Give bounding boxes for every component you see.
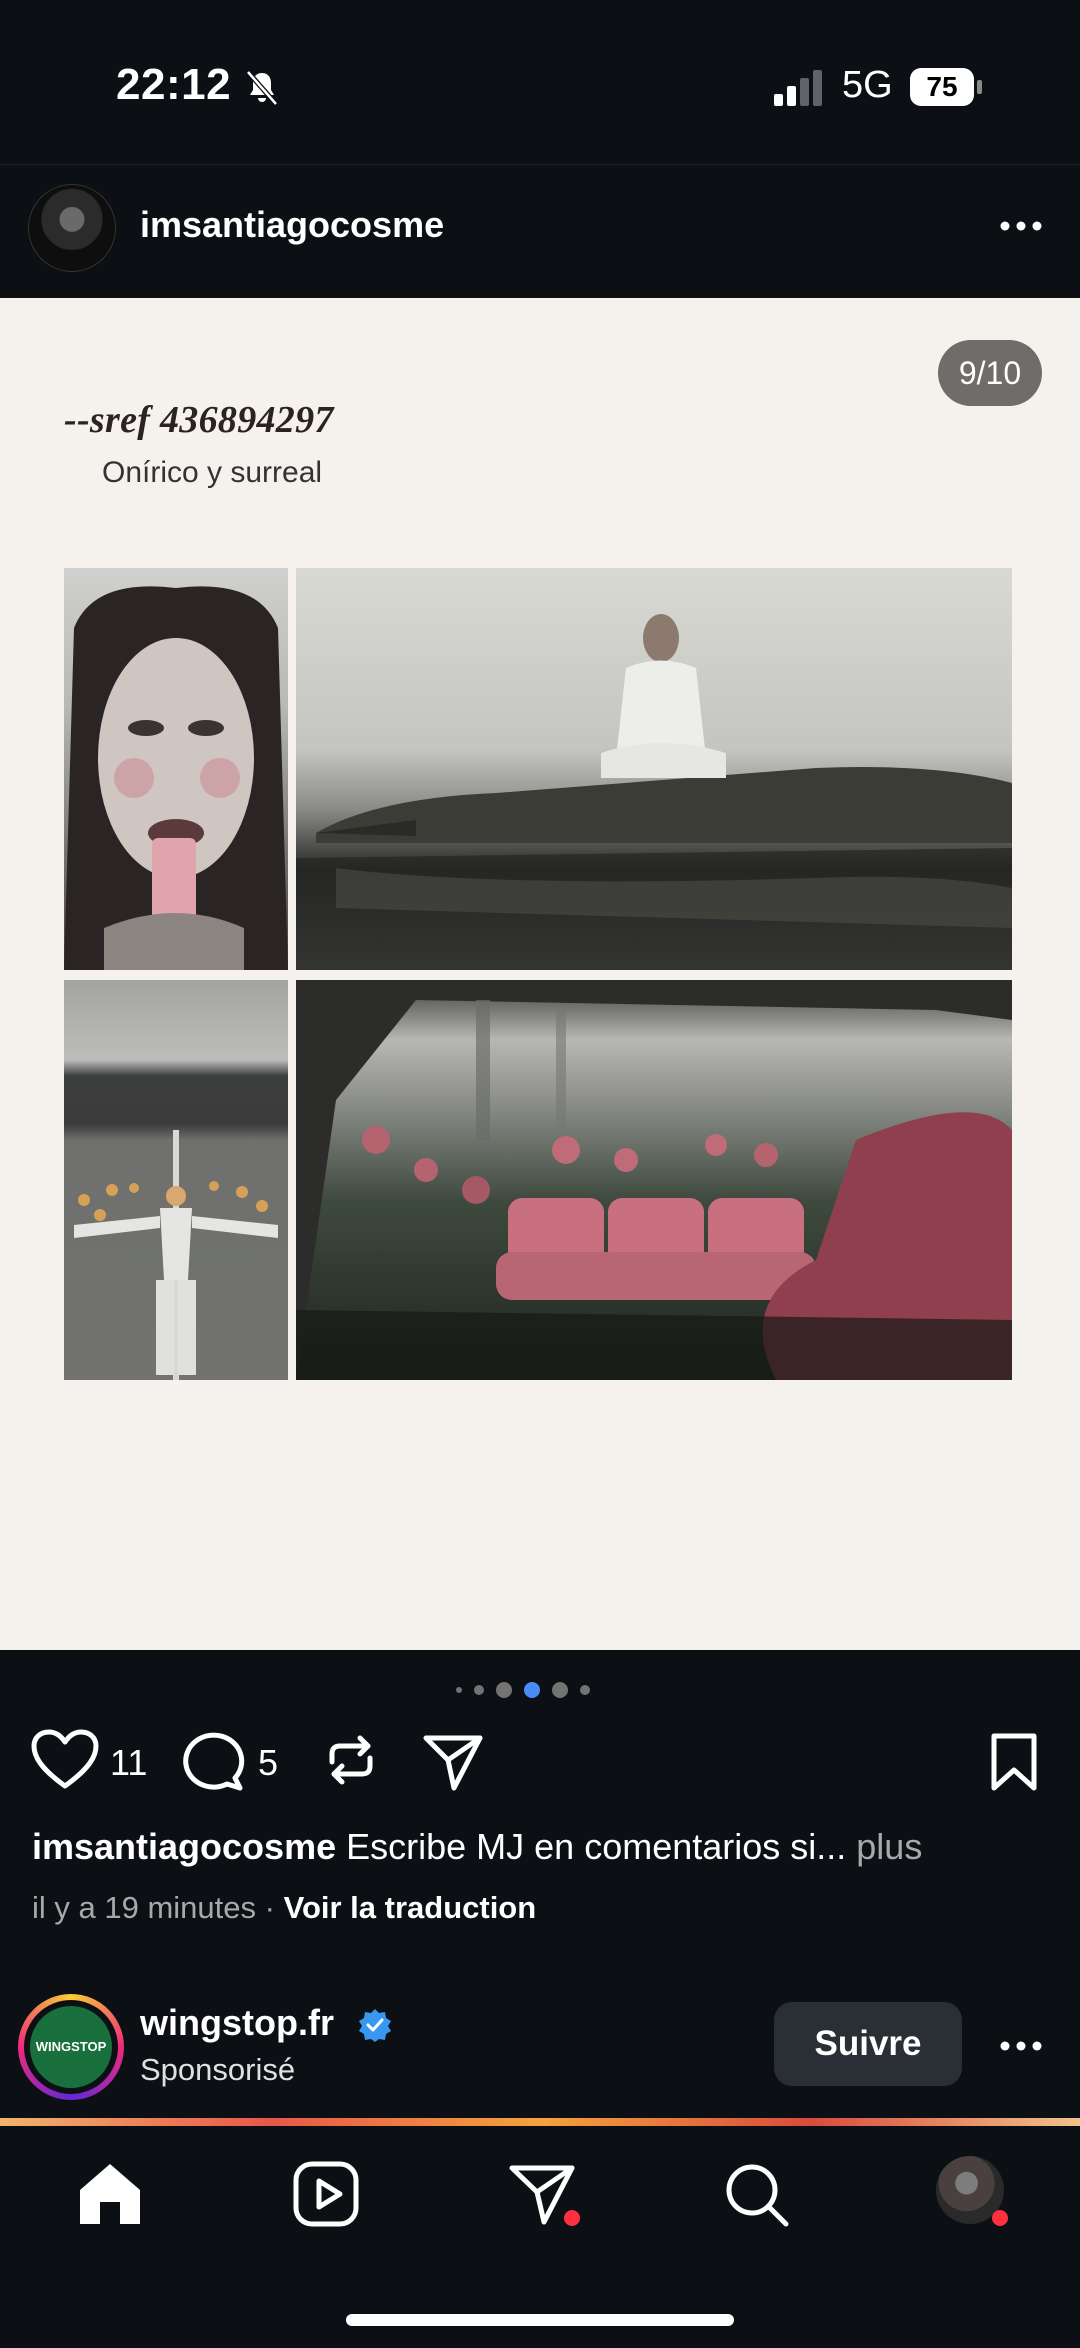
ad-more-options-icon[interactable]: [996, 2030, 1046, 2062]
caption-username[interactable]: imsantiagocosme: [32, 1826, 336, 1867]
header-divider: [0, 164, 1080, 165]
repost-icon[interactable]: [318, 1728, 384, 1792]
meta-separator: ·: [256, 1890, 284, 1925]
signal-icon: [774, 70, 822, 106]
slide-counter: 9/10: [938, 340, 1042, 406]
wingstop-logo[interactable]: WINGSTOP: [30, 2006, 112, 2088]
carousel-dot: [456, 1687, 462, 1693]
caption-text: Escribe MJ en comentarios si...: [336, 1826, 847, 1867]
home-indicator: [346, 2314, 734, 2326]
caption-more-link[interactable]: plus: [846, 1826, 922, 1867]
post-caption[interactable]: imsantiagocosme Escribe MJ en comentario…: [32, 1826, 1052, 1868]
carousel-slide[interactable]: [0, 298, 1080, 1650]
comment-count[interactable]: 5: [258, 1742, 278, 1784]
share-icon[interactable]: [420, 1730, 486, 1792]
photo-crocodile: [296, 568, 1012, 970]
ad-account-name[interactable]: wingstop.fr: [140, 2002, 334, 2044]
carousel-dot: [524, 1682, 540, 1698]
search-icon[interactable]: [720, 2158, 792, 2230]
carousel-dot: [580, 1685, 590, 1695]
network-label: 5G: [842, 64, 893, 106]
sponsored-label: Sponsorisé: [140, 2052, 296, 2087]
translate-link[interactable]: Voir la traduction: [284, 1890, 537, 1925]
like-count[interactable]: 11: [110, 1742, 147, 1784]
author-username[interactable]: imsantiagocosme: [140, 204, 444, 246]
ad-media-preview[interactable]: [0, 2118, 1080, 2126]
bookmark-icon[interactable]: [988, 1732, 1040, 1792]
sref-subtitle: Onírico y surreal: [102, 456, 323, 489]
photo-pink-sofa: [296, 980, 1012, 1380]
battery-level: 75: [926, 71, 958, 102]
bell-muted-icon: [246, 70, 278, 106]
direct-notification-dot: [564, 2210, 580, 2226]
home-icon[interactable]: [74, 2158, 146, 2230]
heart-icon[interactable]: [30, 1728, 100, 1792]
verified-badge-icon: [359, 2009, 391, 2042]
status-time: 22:12: [116, 60, 232, 109]
carousel-dot: [552, 1682, 568, 1698]
sref-title: --sref 436894297: [64, 399, 334, 441]
reels-icon[interactable]: [290, 2158, 362, 2230]
post-time: il y a 19 minutes: [32, 1890, 256, 1925]
more-options-icon[interactable]: [996, 210, 1046, 242]
photo-girl-portrait: [64, 568, 288, 970]
follow-button[interactable]: Suivre: [774, 2002, 962, 2086]
post-meta: il y a 19 minutes · Voir la traduction: [32, 1890, 536, 1926]
photo-tennis-court: [64, 980, 288, 1380]
carousel-dot: [496, 1682, 512, 1698]
profile-notification-dot: [992, 2210, 1008, 2226]
carousel-dot: [474, 1685, 484, 1695]
comment-icon[interactable]: [180, 1728, 246, 1792]
author-avatar[interactable]: [28, 184, 116, 272]
